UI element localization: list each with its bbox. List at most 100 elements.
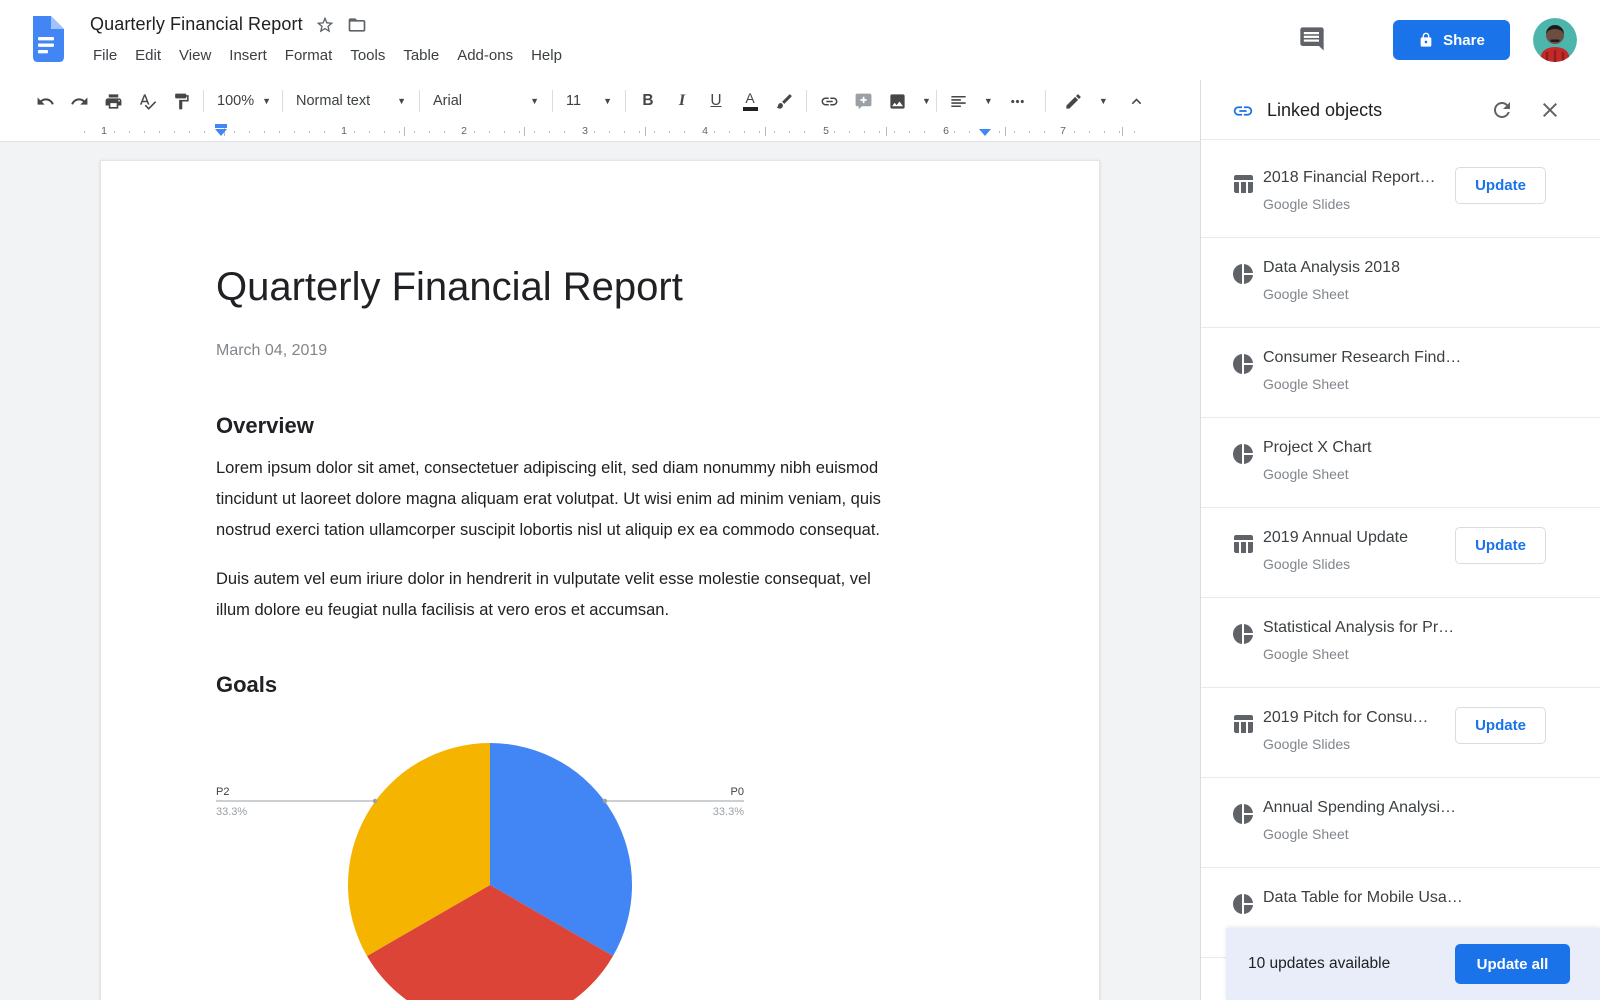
linked-object-type: Google Sheet [1263,286,1463,302]
right-indent-marker[interactable] [979,129,991,136]
paragraph-style-select[interactable]: Normal text▼ [288,86,414,116]
ruler-mark: 7 [1056,125,1070,137]
update-all-button[interactable]: Update all [1455,944,1570,984]
insert-link-button[interactable] [812,86,846,116]
linked-object-item[interactable]: Annual Spending Analysis - 2019Google Sh… [1201,778,1600,868]
ruler-mark: 4 [698,125,712,137]
pie-chart-icon [1231,262,1255,286]
linked-object-item[interactable]: Consumer Research Findings Google Sheet [1201,328,1600,418]
editing-mode-button[interactable] [1057,86,1091,116]
linked-object-type: Google Sheet [1263,826,1463,842]
spell-check-button[interactable] [130,86,164,116]
chevron-down-icon: ▼ [530,96,539,106]
linked-object-type: Google Slides [1263,196,1463,212]
align-button[interactable] [942,86,976,116]
linked-object-title: Consumer Research Findings [1263,349,1463,367]
comment-history-icon[interactable] [1298,25,1326,53]
insert-image-button[interactable] [880,86,914,116]
ruler-tick [886,127,887,136]
menu-view[interactable]: View [170,45,220,66]
document-page[interactable]: Quarterly Financial Report March 04, 201… [100,160,1100,1000]
pie-pct-p0: 33.3% [713,806,744,818]
ruler-tick [404,127,405,136]
star-icon[interactable] [315,15,335,35]
linked-object-type: Google Sheet [1263,646,1463,662]
link-icon [1231,100,1255,122]
menu-format[interactable]: Format [276,45,342,66]
add-comment-button[interactable] [846,86,880,116]
pie-chart-icon [1231,892,1255,916]
ruler[interactable]: 11234567 [0,122,1200,142]
ruler-mark: 6 [939,125,953,137]
print-button[interactable] [96,86,130,116]
ruler-tick [765,127,766,136]
font-select[interactable]: Arial▼ [425,86,547,116]
ruler-tick [1122,127,1123,136]
goals-pie-chart[interactable]: P2 33.3% P0 33.3% [101,721,1101,1000]
menu-file[interactable]: File [84,45,126,66]
redo-button[interactable] [62,86,96,116]
collapse-toolbar-button[interactable] [1120,86,1154,116]
chevron-down-icon: ▼ [397,96,406,106]
chevron-down-icon[interactable]: ▼ [984,96,993,106]
pie-label-p2: P2 [216,786,229,798]
menu-table[interactable]: Table [394,45,448,66]
linked-object-title: Project X Chart [1263,439,1463,457]
chevron-down-icon[interactable]: ▼ [922,96,931,106]
pie-chart-icon [1231,352,1255,376]
paint-format-button[interactable] [164,86,198,116]
font-size-select[interactable]: 11▼ [558,86,620,116]
doc-paragraph-1[interactable]: Lorem ipsum dolor sit amet, consectetuer… [216,453,996,546]
ruler-mark: 2 [457,125,471,137]
doc-paragraph-2[interactable]: Duis autem vel eum iriure dolor in hendr… [216,564,996,626]
panel-title: Linked objects [1267,100,1382,121]
menu-addons[interactable]: Add-ons [448,45,522,66]
pie-chart-icon [1231,802,1255,826]
linked-object-item[interactable]: 2019 Pitch for Consu…Google SlidesUpdate [1201,688,1600,778]
underline-button[interactable]: U [699,86,733,116]
move-folder-icon[interactable] [347,15,367,35]
ruler-mark: 3 [578,125,592,137]
linked-object-type: Google Sheet [1263,466,1463,482]
document-title[interactable]: Quarterly Financial Report [90,14,303,35]
refresh-button[interactable] [1490,98,1514,122]
account-avatar[interactable] [1533,18,1577,62]
linked-object-title: Statistical Analysis for Project X [1263,619,1463,637]
chevron-down-icon[interactable]: ▼ [1099,96,1108,106]
share-label: Share [1443,32,1485,49]
text-color-button[interactable]: A [733,86,767,116]
bold-button[interactable]: B [631,86,665,116]
highlight-color-button[interactable] [767,86,801,116]
left-indent-marker[interactable] [215,124,227,136]
linked-object-item[interactable]: 2019 Annual UpdateGoogle SlidesUpdate [1201,508,1600,598]
menu-edit[interactable]: Edit [126,45,170,66]
more-options-button[interactable] [1001,86,1035,116]
linked-object-title: 2018 Financial Report… [1263,169,1463,187]
doc-heading-title[interactable]: Quarterly Financial Report [216,265,683,310]
linked-objects-panel: Linked objects 2018 Financial Report… Goo… [1200,80,1600,1000]
undo-button[interactable] [28,86,62,116]
close-icon[interactable] [1538,98,1562,122]
doc-heading-overview[interactable]: Overview [216,413,314,439]
menu-insert[interactable]: Insert [220,45,276,66]
share-button[interactable]: Share [1393,20,1510,60]
linked-object-item[interactable]: Statistical Analysis for Project X Google… [1201,598,1600,688]
update-button[interactable]: Update [1455,167,1546,204]
linked-object-type: Google Sheet [1263,376,1463,392]
doc-heading-goals[interactable]: Goals [216,672,277,698]
linked-object-item[interactable]: Data Analysis 2018Google Sheet [1201,238,1600,328]
italic-button[interactable]: I [665,86,699,116]
pie-pct-p2: 33.3% [216,806,247,818]
first-line-indent-marker[interactable] [215,124,227,128]
update-button[interactable]: Update [1455,527,1546,564]
menu-help[interactable]: Help [522,45,571,66]
zoom-select[interactable]: 100%▼ [209,86,277,116]
google-docs-logo[interactable] [28,16,64,62]
toolbar: 100%▼ Normal text▼ Arial▼ 11▼ B I U A ▼ … [0,80,1200,122]
ruler-tick [524,127,525,136]
linked-object-item[interactable]: Project X Chart Google Sheet [1201,418,1600,508]
linked-object-item[interactable]: 2018 Financial Report… Google SlidesUpdat… [1201,148,1600,238]
update-button[interactable]: Update [1455,707,1546,744]
menu-tools[interactable]: Tools [341,45,394,66]
doc-date[interactable]: March 04, 2019 [216,342,327,360]
